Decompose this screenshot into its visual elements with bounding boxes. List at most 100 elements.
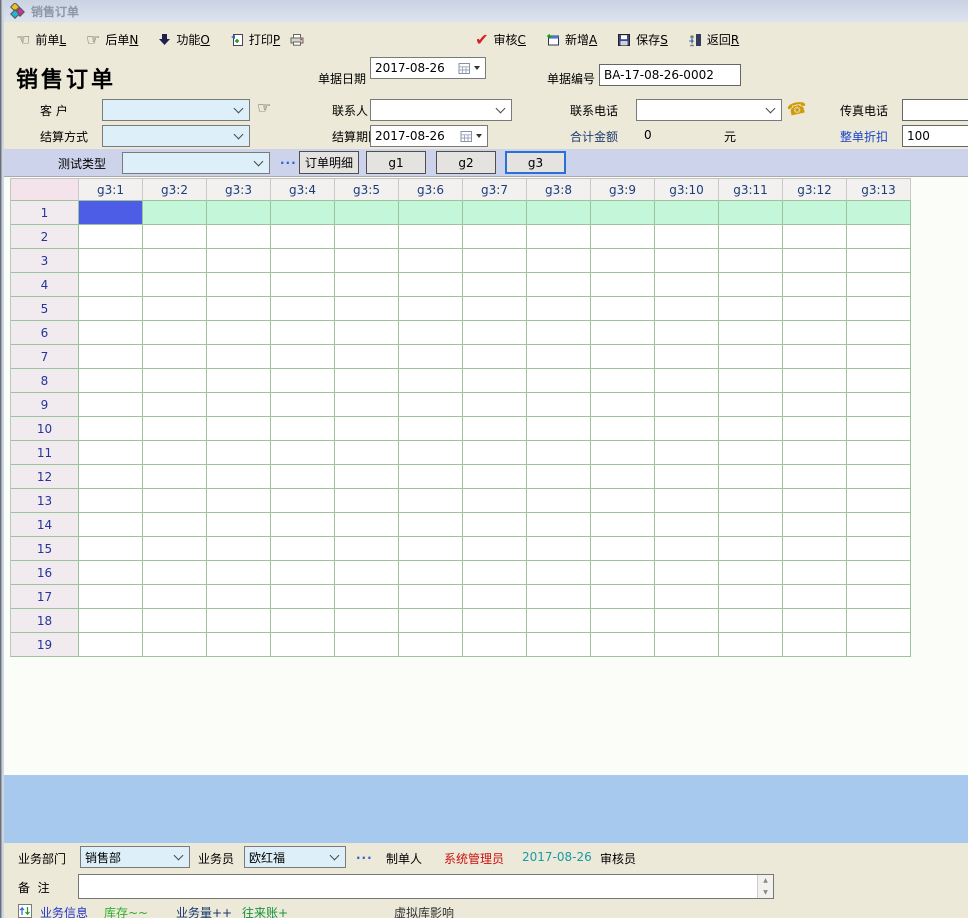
grid-cell[interactable] bbox=[143, 465, 207, 489]
grid-cell[interactable] bbox=[591, 537, 655, 561]
grid-cell[interactable] bbox=[143, 369, 207, 393]
grid-cell[interactable] bbox=[463, 561, 527, 585]
grid-cell[interactable] bbox=[719, 537, 783, 561]
grid-selected-cell[interactable] bbox=[79, 201, 143, 225]
grid-cell[interactable] bbox=[335, 489, 399, 513]
grid-cell[interactable] bbox=[207, 441, 271, 465]
tab-g2[interactable]: g2 bbox=[436, 151, 496, 174]
grid-cell[interactable] bbox=[655, 537, 719, 561]
grid-cell[interactable] bbox=[719, 585, 783, 609]
grid-cell[interactable] bbox=[399, 585, 463, 609]
grid-row-number[interactable]: 6 bbox=[11, 321, 79, 345]
grid-cell[interactable] bbox=[719, 561, 783, 585]
grid-cell[interactable] bbox=[335, 609, 399, 633]
grid-cell[interactable] bbox=[399, 345, 463, 369]
grid-cell[interactable] bbox=[79, 489, 143, 513]
grid-cell[interactable] bbox=[143, 417, 207, 441]
grid-cell[interactable] bbox=[463, 609, 527, 633]
grid-cell[interactable] bbox=[463, 345, 527, 369]
grid-cell[interactable] bbox=[783, 297, 847, 321]
grid-cell[interactable] bbox=[207, 585, 271, 609]
grid-cell[interactable] bbox=[719, 321, 783, 345]
grid-cell[interactable] bbox=[271, 441, 335, 465]
grid-cell[interactable] bbox=[591, 393, 655, 417]
grid-cell[interactable] bbox=[463, 297, 527, 321]
grid-cell[interactable] bbox=[847, 417, 911, 441]
grid-cell[interactable] bbox=[783, 201, 847, 225]
grid-cell[interactable] bbox=[783, 417, 847, 441]
grid-cell[interactable] bbox=[783, 489, 847, 513]
grid-cell[interactable] bbox=[655, 345, 719, 369]
customer-select[interactable] bbox=[102, 99, 250, 121]
grid-cell[interactable] bbox=[399, 297, 463, 321]
grid-cell[interactable] bbox=[143, 609, 207, 633]
grid-row-number[interactable]: 18 bbox=[11, 609, 79, 633]
grid-cell[interactable] bbox=[143, 345, 207, 369]
grid-cell[interactable] bbox=[655, 249, 719, 273]
grid-cell[interactable] bbox=[143, 441, 207, 465]
grid-cell[interactable] bbox=[79, 465, 143, 489]
grid-cell[interactable] bbox=[271, 369, 335, 393]
grid-cell[interactable] bbox=[655, 561, 719, 585]
grid-cell[interactable] bbox=[271, 585, 335, 609]
grid-cell[interactable] bbox=[655, 201, 719, 225]
grid-cell[interactable] bbox=[527, 465, 591, 489]
grid-cell[interactable] bbox=[335, 417, 399, 441]
grid-row-number[interactable]: 3 bbox=[11, 249, 79, 273]
grid-cell[interactable] bbox=[207, 249, 271, 273]
grid-cell[interactable] bbox=[207, 465, 271, 489]
grid-cell[interactable] bbox=[271, 225, 335, 249]
grid-cell[interactable] bbox=[271, 465, 335, 489]
grid-cell[interactable] bbox=[527, 321, 591, 345]
grid-cell[interactable] bbox=[207, 201, 271, 225]
grid-cell[interactable] bbox=[847, 561, 911, 585]
grid-cell[interactable] bbox=[399, 489, 463, 513]
scroll-down-icon[interactable]: ▼ bbox=[758, 887, 773, 899]
grid-row-number[interactable]: 10 bbox=[11, 417, 79, 441]
grid-cell[interactable] bbox=[655, 297, 719, 321]
grid-cell[interactable] bbox=[79, 249, 143, 273]
grid-cell[interactable] bbox=[527, 585, 591, 609]
grid-row-number[interactable]: 2 bbox=[11, 225, 79, 249]
grid-cell[interactable] bbox=[79, 561, 143, 585]
grid-cell[interactable] bbox=[783, 537, 847, 561]
grid-cell[interactable] bbox=[79, 393, 143, 417]
grid-cell[interactable] bbox=[527, 537, 591, 561]
grid-cell[interactable] bbox=[335, 273, 399, 297]
grid-cell[interactable] bbox=[719, 369, 783, 393]
grid-cell[interactable] bbox=[847, 489, 911, 513]
grid-cell[interactable] bbox=[591, 297, 655, 321]
grid-col-header[interactable]: g3:5 bbox=[335, 179, 399, 201]
grid-cell[interactable] bbox=[143, 537, 207, 561]
grid-col-header[interactable]: g3:10 bbox=[655, 179, 719, 201]
grid-cell[interactable] bbox=[143, 249, 207, 273]
grid-col-header[interactable]: g3:8 bbox=[527, 179, 591, 201]
grid-row-number[interactable]: 16 bbox=[11, 561, 79, 585]
grid-cell[interactable] bbox=[719, 513, 783, 537]
salesman-select[interactable]: 欧红福 bbox=[244, 846, 346, 868]
grid-cell[interactable] bbox=[591, 585, 655, 609]
grid-cell[interactable] bbox=[207, 609, 271, 633]
grid-cell[interactable] bbox=[783, 249, 847, 273]
grid-cell[interactable] bbox=[79, 417, 143, 441]
grid-cell[interactable] bbox=[591, 561, 655, 585]
next-order-button[interactable]: ☞ 后单N bbox=[86, 31, 138, 48]
grid-cell[interactable] bbox=[591, 201, 655, 225]
grid-cell[interactable] bbox=[79, 273, 143, 297]
phone-select[interactable] bbox=[636, 99, 782, 121]
grid-cell[interactable] bbox=[847, 537, 911, 561]
grid-cell[interactable] bbox=[847, 201, 911, 225]
grid-row-number[interactable]: 19 bbox=[11, 633, 79, 657]
grid-cell[interactable] bbox=[463, 585, 527, 609]
grid-cell[interactable] bbox=[527, 225, 591, 249]
grid-cell[interactable] bbox=[527, 441, 591, 465]
grid-cell[interactable] bbox=[335, 441, 399, 465]
grid-cell[interactable] bbox=[591, 249, 655, 273]
grid-cell[interactable] bbox=[463, 465, 527, 489]
printer-icon[interactable] bbox=[289, 33, 305, 46]
grid-cell[interactable] bbox=[591, 513, 655, 537]
grid-cell[interactable] bbox=[719, 201, 783, 225]
grid-cell[interactable] bbox=[783, 441, 847, 465]
grid-cell[interactable] bbox=[655, 585, 719, 609]
settle-method-select[interactable] bbox=[102, 125, 250, 147]
